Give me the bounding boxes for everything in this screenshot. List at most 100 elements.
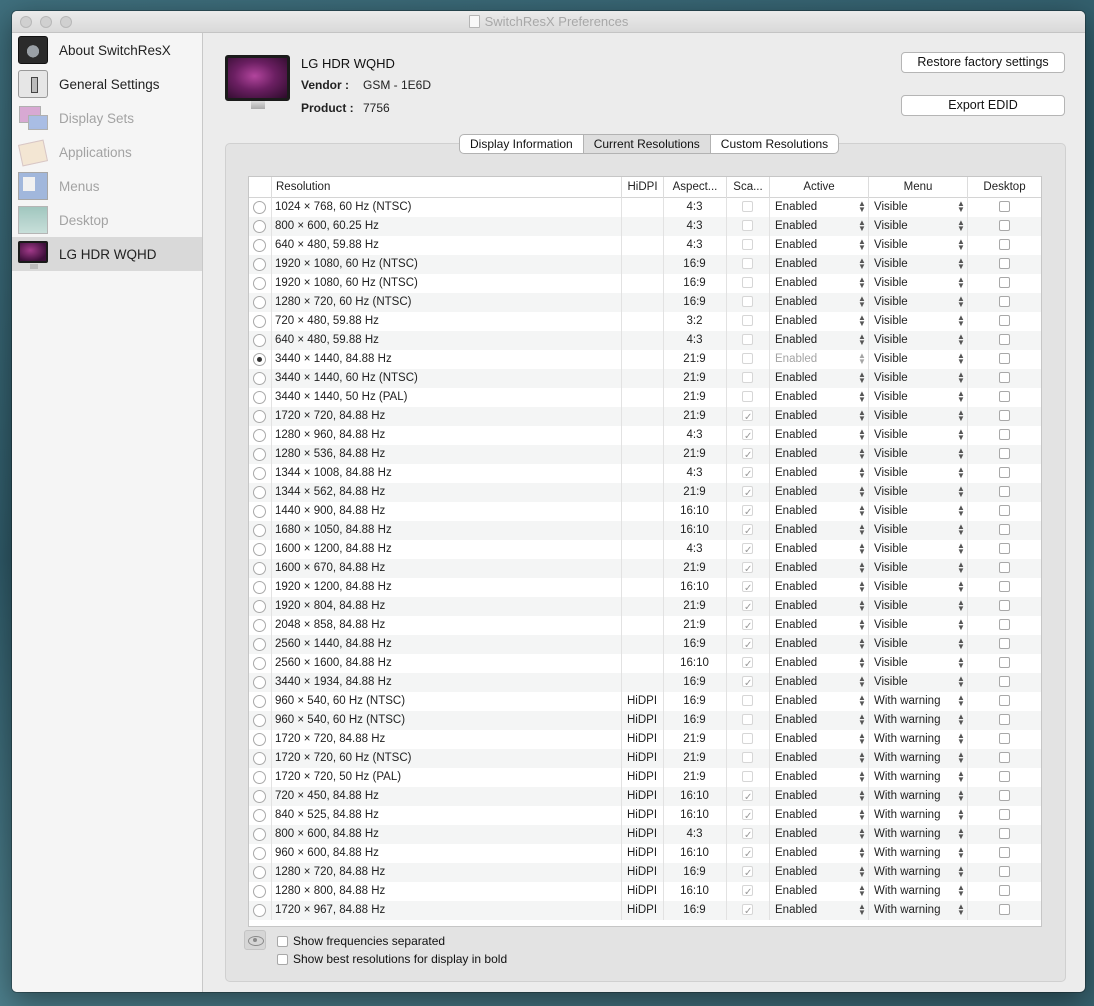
sidebar-item-lg-hdr-wqhd[interactable]: LG HDR WQHD — [12, 237, 202, 271]
active-select[interactable]: Enabled ▲ ▼ — [769, 673, 868, 692]
select-resolution-radio[interactable] — [253, 619, 266, 632]
menu-select[interactable]: Visible ▲ ▼ — [868, 255, 967, 274]
select-resolution-radio[interactable] — [253, 885, 266, 898]
table-row[interactable]: 1720 × 720, 84.88 Hz HiDPI 21:9 Enabled ▲ ▼ Wi… — [249, 730, 1041, 749]
desktop-checkbox[interactable] — [998, 733, 1010, 745]
desktop-checkbox[interactable] — [998, 410, 1010, 422]
col-header-hidpi[interactable]: HiDPI — [621, 177, 663, 198]
menu-select[interactable]: Visible ▲ ▼ — [868, 217, 967, 236]
active-select[interactable]: Enabled ▲ ▼ — [769, 293, 868, 312]
table-row[interactable]: 1440 × 900, 84.88 Hz16:10Enabled▲▼Visibl… — [249, 502, 1041, 522]
active-select[interactable]: Enabled ▲ ▼ — [769, 255, 868, 274]
menu-select[interactable]: Visible ▲ ▼ — [868, 483, 967, 502]
restore-factory-settings-button[interactable]: Restore factory settings — [901, 52, 1065, 73]
table-row[interactable]: 960 × 540, 60 Hz (NTSC) HiDPI 16:9 Enabled ▲… — [249, 692, 1041, 711]
desktop-checkbox[interactable] — [998, 752, 1010, 764]
sidebar-item-applications[interactable]: Applications — [12, 135, 202, 169]
table-row[interactable]: 3440 × 1934, 84.88 Hz16:9Enabled▲▼Visibl… — [249, 673, 1041, 693]
table-row[interactable]: 800 × 600, 84.88 HzHiDPI4:3Enabled▲▼With… — [249, 825, 1041, 845]
menu-select[interactable]: Visible ▲ ▼ — [868, 521, 967, 540]
menu-select[interactable]: Visible ▲ ▼ — [868, 236, 967, 255]
desktop-checkbox[interactable] — [998, 277, 1010, 289]
table-row[interactable]: 720 × 480, 59.88 Hz 3:2 Enabled ▲ ▼ Visible ▲ ▼ — [249, 312, 1041, 331]
desktop-checkbox[interactable] — [998, 790, 1010, 802]
menu-select[interactable]: Visible ▲ ▼ — [868, 635, 967, 654]
table-row[interactable]: 3440 × 1440, 60 Hz (NTSC) 21:9 Enabled ▲ ▼ Vi… — [249, 369, 1041, 388]
desktop-checkbox[interactable] — [998, 353, 1010, 365]
active-select[interactable]: Enabled ▲ ▼ — [769, 654, 868, 673]
desktop-checkbox[interactable] — [998, 600, 1010, 612]
select-resolution-radio[interactable] — [253, 695, 266, 708]
table-row[interactable]: 2048 × 858, 84.88 Hz21:9Enabled▲▼Visible… — [249, 616, 1041, 636]
select-resolution-radio[interactable] — [253, 847, 266, 860]
desktop-checkbox[interactable] — [998, 638, 1010, 650]
menu-select[interactable]: Visible ▲ ▼ — [868, 654, 967, 673]
active-select[interactable]: Enabled ▲ ▼ — [769, 198, 868, 217]
tab-display-information[interactable]: Display Information — [460, 135, 584, 153]
select-resolution-radio[interactable] — [253, 334, 266, 347]
show-best-bold-checkbox[interactable] — [277, 953, 288, 965]
active-select[interactable]: Enabled ▲ ▼ — [769, 217, 868, 236]
select-resolution-radio[interactable] — [253, 296, 266, 309]
menu-select[interactable]: With warning ▲ ▼ — [868, 749, 967, 768]
sidebar-item-menus[interactable]: Menus — [12, 169, 202, 203]
menu-select[interactable]: Visible ▲ ▼ — [868, 369, 967, 388]
menu-select[interactable]: Visible ▲ ▼ — [868, 407, 967, 426]
active-select[interactable]: Enabled ▲ ▼ — [769, 882, 868, 901]
select-resolution-radio[interactable] — [253, 790, 266, 803]
table-row[interactable]: 720 × 450, 84.88 HzHiDPI16:10Enabled▲▼Wi… — [249, 787, 1041, 807]
desktop-checkbox[interactable] — [998, 885, 1010, 897]
active-select[interactable]: Enabled ▲ ▼ — [769, 825, 868, 844]
active-select[interactable]: Enabled ▲ ▼ — [769, 502, 868, 521]
desktop-checkbox[interactable] — [998, 296, 1010, 308]
active-select[interactable]: Enabled ▲ ▼ — [769, 312, 868, 331]
active-select[interactable]: Enabled ▲ ▼ — [769, 331, 868, 350]
select-resolution-radio[interactable] — [253, 467, 266, 480]
active-select[interactable]: Enabled ▲ ▼ — [769, 616, 868, 635]
menu-select[interactable]: Visible ▲ ▼ — [868, 673, 967, 692]
active-select[interactable]: Enabled ▲ ▼ — [769, 445, 868, 464]
table-row[interactable]: 1600 × 1200, 84.88 Hz4:3Enabled▲▼Visible… — [249, 540, 1041, 560]
desktop-checkbox[interactable] — [998, 676, 1010, 688]
select-resolution-radio[interactable] — [253, 391, 266, 404]
desktop-checkbox[interactable] — [998, 543, 1010, 555]
select-resolution-radio[interactable] — [253, 733, 266, 746]
active-select[interactable]: Enabled ▲ ▼ — [769, 844, 868, 863]
menu-select[interactable]: Visible ▲ ▼ — [868, 540, 967, 559]
active-select[interactable]: Enabled ▲ ▼ — [769, 806, 868, 825]
table-row[interactable]: 1600 × 670, 84.88 Hz21:9Enabled▲▼Visible… — [249, 559, 1041, 579]
desktop-checkbox[interactable] — [998, 334, 1010, 346]
table-row[interactable]: 2560 × 1440, 84.88 Hz16:9Enabled▲▼Visibl… — [249, 635, 1041, 655]
active-select[interactable]: Enabled ▲ ▼ — [769, 540, 868, 559]
desktop-checkbox[interactable] — [998, 904, 1010, 916]
select-resolution-radio[interactable] — [253, 771, 266, 784]
col-header-aspect[interactable]: Aspect... — [663, 177, 726, 198]
table-row[interactable]: 2560 × 1600, 84.88 Hz16:10Enabled▲▼Visib… — [249, 654, 1041, 674]
desktop-checkbox[interactable] — [998, 429, 1010, 441]
desktop-checkbox[interactable] — [998, 809, 1010, 821]
select-resolution-radio[interactable] — [253, 258, 266, 271]
active-select[interactable]: Enabled ▲ ▼ — [769, 597, 868, 616]
select-resolution-radio[interactable] — [253, 448, 266, 461]
table-row[interactable]: 840 × 525, 84.88 HzHiDPI16:10Enabled▲▼Wi… — [249, 806, 1041, 826]
table-row[interactable]: 1720 × 967, 84.88 HzHiDPI16:9Enabled▲▼Wi… — [249, 901, 1041, 921]
desktop-checkbox[interactable] — [998, 391, 1010, 403]
select-resolution-radio[interactable] — [253, 581, 266, 594]
menu-select[interactable]: With warning ▲ ▼ — [868, 711, 967, 730]
menu-select[interactable]: Visible ▲ ▼ — [868, 331, 967, 350]
menu-select[interactable]: Visible ▲ ▼ — [868, 274, 967, 293]
select-resolution-radio[interactable] — [253, 562, 266, 575]
select-resolution-radio[interactable] — [253, 220, 266, 233]
tab-custom-resolutions[interactable]: Custom Resolutions — [711, 135, 838, 153]
desktop-checkbox[interactable] — [998, 562, 1010, 574]
desktop-checkbox[interactable] — [998, 581, 1010, 593]
menu-select[interactable]: With warning ▲ ▼ — [868, 787, 967, 806]
table-row[interactable]: 1920 × 1200, 84.88 Hz16:10Enabled▲▼Visib… — [249, 578, 1041, 598]
table-row[interactable]: 1680 × 1050, 84.88 Hz16:10Enabled▲▼Visib… — [249, 521, 1041, 541]
col-header-desktop[interactable]: Desktop — [967, 177, 1041, 198]
menu-select[interactable]: With warning ▲ ▼ — [868, 806, 967, 825]
menu-select[interactable]: Visible ▲ ▼ — [868, 445, 967, 464]
active-select[interactable]: Enabled ▲ ▼ — [769, 426, 868, 445]
menu-select[interactable]: With warning ▲ ▼ — [868, 730, 967, 749]
active-select[interactable]: Enabled ▲ ▼ — [769, 274, 868, 293]
